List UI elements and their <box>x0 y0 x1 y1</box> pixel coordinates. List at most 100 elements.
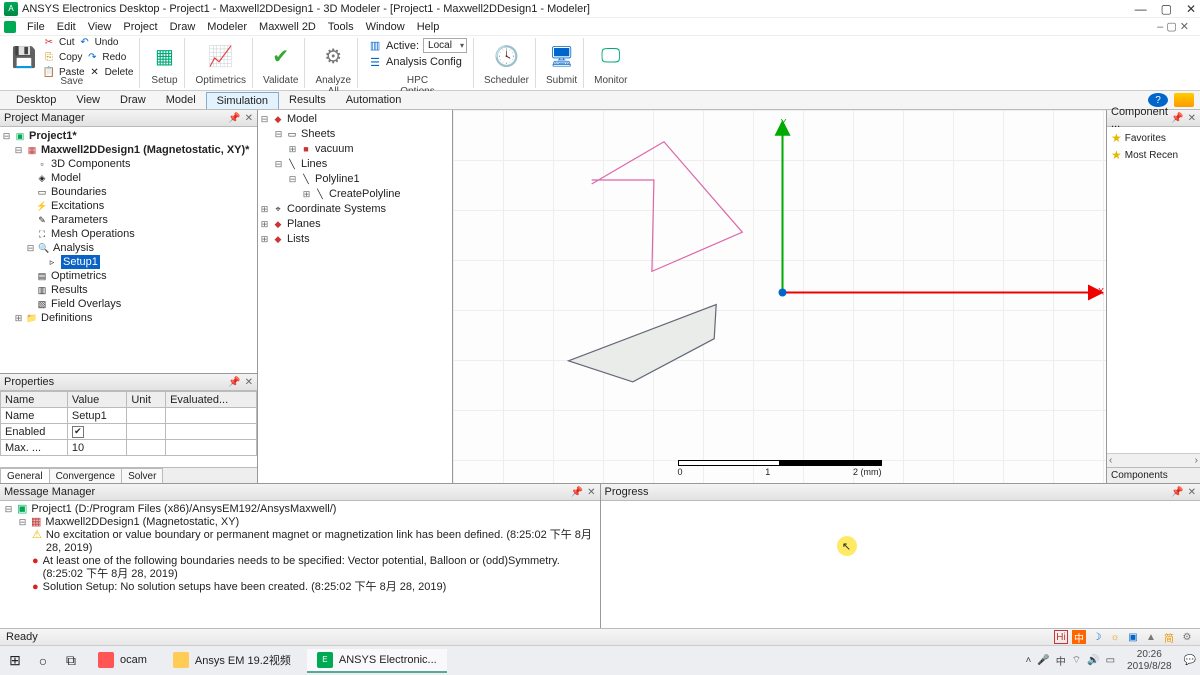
tree-overlays[interactable]: Field Overlays <box>51 297 121 311</box>
mt-create[interactable]: CreatePolyline <box>329 187 401 202</box>
tab-draw[interactable]: Draw <box>110 92 156 108</box>
tray-gear-icon[interactable]: ⚙ <box>1180 630 1194 644</box>
properties-grid[interactable]: NameValueUnitEvaluated... NameSetup1 Ena… <box>0 391 257 467</box>
mt-model[interactable]: Model <box>287 112 317 127</box>
tree-boundaries[interactable]: Boundaries <box>51 185 107 199</box>
prop-enabled-value[interactable]: ✔ <box>67 424 126 440</box>
project-tree[interactable]: ⊟▣Project1* ⊟▦Maxwell2DDesign1 (Magnetos… <box>0 127 257 373</box>
mt-lists[interactable]: Lists <box>287 232 310 247</box>
battery-icon[interactable]: ▭ <box>1106 655 1115 666</box>
tray-hi[interactable]: Hi <box>1054 630 1068 644</box>
prop-max-value[interactable]: 10 <box>67 440 126 456</box>
close-panel-icon[interactable]: ✕ <box>245 377 253 388</box>
mic-icon[interactable]: 🎤 <box>1037 655 1049 666</box>
tree-excitations[interactable]: Excitations <box>51 199 104 213</box>
tab-results[interactable]: Results <box>279 92 336 108</box>
clock[interactable]: 20:26 2019/8/28 <box>1121 649 1178 673</box>
prop-name-value[interactable]: Setup1 <box>67 408 126 424</box>
ansys-logo-icon[interactable] <box>1174 93 1194 107</box>
redo-icon[interactable]: ↷ <box>85 50 99 64</box>
maximize-button[interactable]: ▢ <box>1161 2 1172 16</box>
mt-sheets[interactable]: Sheets <box>301 127 335 142</box>
scheduler-icon[interactable]: 🕓 <box>492 43 520 71</box>
tray-chevron-up-icon[interactable]: ˄ <box>1025 655 1031 666</box>
close-button[interactable]: ✕ <box>1186 2 1196 16</box>
minimize-button[interactable]: — <box>1135 2 1147 16</box>
close-panel-icon[interactable]: ✕ <box>1188 487 1196 498</box>
analysis-config-label[interactable]: Analysis Config <box>386 56 462 68</box>
start-button[interactable]: ⊞ <box>4 650 26 672</box>
tree-parameters[interactable]: Parameters <box>51 213 108 227</box>
search-button[interactable]: ○ <box>32 650 54 672</box>
pin-icon[interactable]: 📌 <box>571 487 583 498</box>
setup-icon[interactable]: ▦ <box>150 43 178 71</box>
close-panel-icon[interactable]: ✕ <box>245 113 253 124</box>
task-ansys[interactable]: EANSYS Electronic... <box>307 649 447 673</box>
cut-icon[interactable]: ✂ <box>42 35 56 49</box>
menu-edit[interactable]: Edit <box>52 21 81 33</box>
mt-cs[interactable]: Coordinate Systems <box>287 202 386 217</box>
notifications-icon[interactable]: 💬 <box>1184 655 1196 666</box>
menu-view[interactable]: View <box>83 21 117 33</box>
mt-vacuum[interactable]: vacuum <box>315 142 354 157</box>
ime-icon[interactable]: 中 <box>1056 653 1066 668</box>
tab-model[interactable]: Model <box>156 92 206 108</box>
menu-maxwell2d[interactable]: Maxwell 2D <box>254 21 321 33</box>
menu-help[interactable]: Help <box>412 21 445 33</box>
components-panel[interactable]: ★Favorites ★Most Recen <box>1107 127 1200 453</box>
mt-planes[interactable]: Planes <box>287 217 321 232</box>
analyze-icon[interactable]: ⚙ <box>319 43 347 71</box>
submit-icon[interactable]: 🖥 <box>548 43 576 71</box>
close-panel-icon[interactable]: ✕ <box>587 487 595 498</box>
model-tree[interactable]: ⊟◆Model ⊟▭Sheets ⊞■vacuum ⊟╲Lines ⊟╲Poly… <box>258 110 453 483</box>
tree-results[interactable]: Results <box>51 283 88 297</box>
menu-modeler[interactable]: Modeler <box>202 21 252 33</box>
pin-icon[interactable]: 📌 <box>1171 487 1183 498</box>
config-icon[interactable]: ☰ <box>368 55 382 69</box>
tree-model[interactable]: Model <box>51 171 81 185</box>
tree-mesh[interactable]: Mesh Operations <box>51 227 135 241</box>
validate-icon[interactable]: ✔ <box>267 43 295 71</box>
pin-icon[interactable]: 📌 <box>228 113 240 124</box>
menu-tools[interactable]: Tools <box>323 21 359 33</box>
volume-icon[interactable]: 🔊 <box>1087 655 1099 666</box>
tree-design[interactable]: Maxwell2DDesign1 (Magnetostatic, XY)* <box>41 143 249 157</box>
copy-icon[interactable]: ⎘ <box>42 50 56 64</box>
help-icon[interactable]: ? <box>1148 93 1168 107</box>
tree-optimetrics[interactable]: Optimetrics <box>51 269 107 283</box>
menu-project[interactable]: Project <box>118 21 162 33</box>
mt-polyline[interactable]: Polyline1 <box>315 172 360 187</box>
close-panel-icon[interactable]: ✕ <box>1188 113 1196 124</box>
active-combo[interactable]: Local <box>423 38 467 53</box>
tray-sun-icon[interactable]: ☼ <box>1108 630 1122 644</box>
tree-3dcomponents[interactable]: 3D Components <box>51 157 131 171</box>
tree-definitions[interactable]: Definitions <box>41 311 92 325</box>
mt-lines[interactable]: Lines <box>301 157 327 172</box>
wifi-icon[interactable]: ⌔ <box>1072 654 1081 667</box>
task-ocam[interactable]: ocam <box>88 649 157 673</box>
menu-draw[interactable]: Draw <box>165 21 201 33</box>
col-unit[interactable]: Unit <box>127 392 166 408</box>
pin-icon[interactable]: 📌 <box>228 377 240 388</box>
paste-icon[interactable]: 📋 <box>42 65 56 79</box>
tree-analysis[interactable]: Analysis <box>53 241 94 255</box>
undo-icon[interactable]: ↶ <box>78 35 92 49</box>
tab-simulation[interactable]: Simulation <box>206 92 279 109</box>
pin-icon[interactable]: 📌 <box>1171 113 1183 124</box>
save-icon[interactable]: 💾 <box>10 43 38 71</box>
tree-setup1[interactable]: Setup1 <box>61 255 100 269</box>
task-folder[interactable]: Ansys EM 19.2视频 <box>163 649 301 673</box>
tab-automation[interactable]: Automation <box>336 92 412 108</box>
col-value[interactable]: Value <box>67 392 126 408</box>
tab-view[interactable]: View <box>66 92 110 108</box>
prop-tab-convergence[interactable]: Convergence <box>49 468 122 483</box>
prop-tab-general[interactable]: General <box>0 468 50 483</box>
menu-file[interactable]: File <box>22 21 50 33</box>
mdi-close-icon[interactable]: – ▢ ✕ <box>1152 20 1194 33</box>
prop-tab-solver[interactable]: Solver <box>121 468 163 483</box>
tab-desktop[interactable]: Desktop <box>6 92 66 108</box>
tray-moon-icon[interactable]: ☽ <box>1090 630 1104 644</box>
recent-label[interactable]: Most Recen <box>1125 150 1178 161</box>
col-eval[interactable]: Evaluated... <box>166 392 257 408</box>
message-list[interactable]: ⊟▣Project1 (D:/Program Files (x86)/Ansys… <box>0 501 600 628</box>
